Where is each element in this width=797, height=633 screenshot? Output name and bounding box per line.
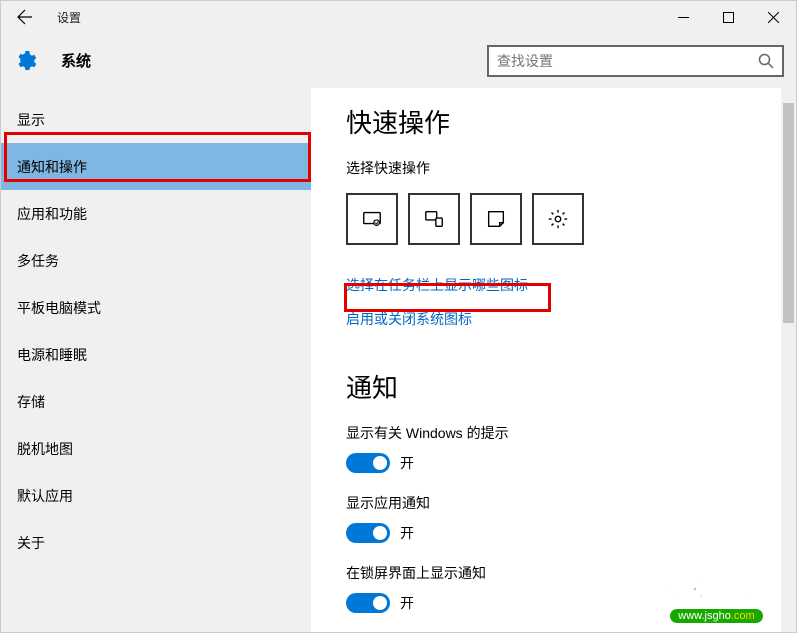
quick-tile-tablet[interactable] — [346, 193, 398, 245]
sidebar-item-maps[interactable]: 脱机地图 — [1, 425, 311, 472]
close-icon — [768, 12, 779, 23]
sidebar-item-defaultapps[interactable]: 默认应用 — [1, 472, 311, 519]
toggle-label: 显示有关 Windows 的提示 — [346, 423, 766, 443]
sidebar-item-display[interactable]: 显示 — [1, 96, 311, 143]
section-title-quick: 快速操作 — [346, 103, 766, 140]
link-taskbar-icons[interactable]: 选择在任务栏上显示哪些图标 — [346, 275, 528, 295]
sidebar-item-label: 多任务 — [17, 251, 59, 271]
sidebar-item-label: 存储 — [17, 392, 45, 412]
sidebar-item-label: 脱机地图 — [17, 439, 73, 459]
sidebar-item-apps[interactable]: 应用和功能 — [1, 190, 311, 237]
toggle-app-notif[interactable] — [346, 523, 390, 543]
toggle-state: 开 — [400, 523, 414, 543]
sidebar-item-label: 应用和功能 — [17, 204, 87, 224]
sidebar-item-label: 关于 — [17, 533, 45, 553]
gear-icon — [547, 208, 569, 230]
sidebar-item-storage[interactable]: 存储 — [1, 378, 311, 425]
note-icon — [485, 208, 507, 230]
sidebar-item-power[interactable]: 电源和睡眠 — [1, 331, 311, 378]
maximize-icon — [723, 12, 734, 23]
sidebar-item-tablet[interactable]: 平板电脑模式 — [1, 284, 311, 331]
sidebar-item-about[interactable]: 关于 — [1, 519, 311, 566]
toggle-state: 开 — [400, 593, 414, 613]
section-title-notif: 通知 — [346, 368, 766, 405]
toggle-label: 在锁屏界面上显示通知 — [346, 563, 766, 583]
link-system-icons[interactable]: 启用或关闭系统图标 — [346, 309, 472, 329]
quick-tile-note[interactable] — [470, 193, 522, 245]
back-arrow-icon — [17, 9, 33, 25]
connect-icon — [423, 208, 445, 230]
close-button[interactable] — [751, 1, 796, 33]
minimize-icon — [678, 12, 689, 23]
sidebar-item-label: 默认应用 — [17, 486, 73, 506]
sidebar-item-multitask[interactable]: 多任务 — [1, 237, 311, 284]
quick-tile-connect[interactable] — [408, 193, 460, 245]
back-button[interactable] — [1, 1, 49, 33]
search-box[interactable] — [487, 45, 784, 77]
search-icon — [758, 53, 774, 69]
scrollbar[interactable] — [781, 88, 796, 632]
quick-tile-settings[interactable] — [532, 193, 584, 245]
toggle-lock-notif[interactable] — [346, 593, 390, 613]
settings-gear-icon — [13, 49, 37, 73]
sidebar-item-notifications[interactable]: 通知和操作 — [1, 143, 311, 190]
sidebar-item-label: 通知和操作 — [17, 157, 87, 177]
sidebar-item-label: 电源和睡眠 — [17, 345, 87, 365]
toggle-state: 开 — [400, 453, 414, 473]
page-title: 系统 — [61, 50, 91, 71]
maximize-button[interactable] — [706, 1, 751, 33]
content-area: 快速操作 选择快速操作 选择在任务栏上显示哪些图标 启用或关闭系统图标 通知 显… — [311, 88, 796, 632]
sidebar-item-label: 显示 — [17, 110, 45, 130]
search-input[interactable] — [497, 53, 758, 69]
tablet-icon — [361, 208, 383, 230]
sidebar: 显示 通知和操作 应用和功能 多任务 平板电脑模式 电源和睡眠 存储 脱机地图 … — [1, 88, 311, 632]
window-title: 设置 — [57, 9, 81, 26]
toggle-label: 显示应用通知 — [346, 493, 766, 513]
sidebar-item-label: 平板电脑模式 — [17, 298, 101, 318]
minimize-button[interactable] — [661, 1, 706, 33]
toggle-tips[interactable] — [346, 453, 390, 473]
section-sub-quick: 选择快速操作 — [346, 158, 766, 178]
scrollbar-thumb[interactable] — [783, 103, 794, 323]
